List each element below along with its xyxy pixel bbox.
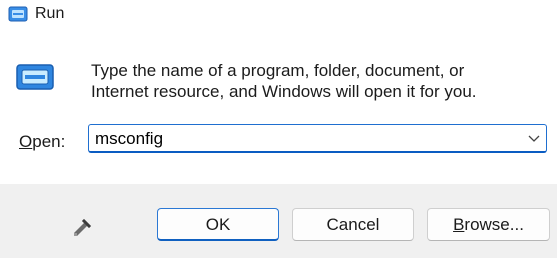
- run-dialog-icon: [16, 64, 54, 90]
- open-label-rest: pen:: [32, 132, 66, 151]
- cancel-button[interactable]: Cancel: [292, 208, 414, 241]
- open-label-accelerator: O: [19, 132, 33, 151]
- dialog-body: Type the name of a program, folder, docu…: [0, 31, 557, 184]
- browse-label-rest: rowse...: [464, 215, 524, 234]
- open-label: Open:: [19, 132, 65, 152]
- instructions-text: Type the name of a program, folder, docu…: [91, 60, 531, 102]
- instructions-line-2: Internet resource, and Windows will open…: [91, 82, 477, 101]
- admin-shield-icon: [74, 219, 91, 236]
- browse-button[interactable]: Browse...: [427, 208, 550, 241]
- open-combobox[interactable]: [88, 124, 547, 153]
- run-dialog: Run Type the name of a program, folder, …: [0, 0, 557, 258]
- title-bar[interactable]: Run: [0, 0, 557, 31]
- browse-accelerator: B: [453, 215, 465, 234]
- instructions-line-1: Type the name of a program, folder, docu…: [91, 61, 465, 80]
- open-input[interactable]: [95, 128, 515, 150]
- window-title: Run: [35, 5, 65, 22]
- chevron-down-icon[interactable]: [528, 133, 540, 143]
- run-app-icon: [8, 6, 28, 22]
- ok-button[interactable]: OK: [157, 208, 279, 241]
- dialog-footer: OK Cancel Browse...: [0, 184, 557, 258]
